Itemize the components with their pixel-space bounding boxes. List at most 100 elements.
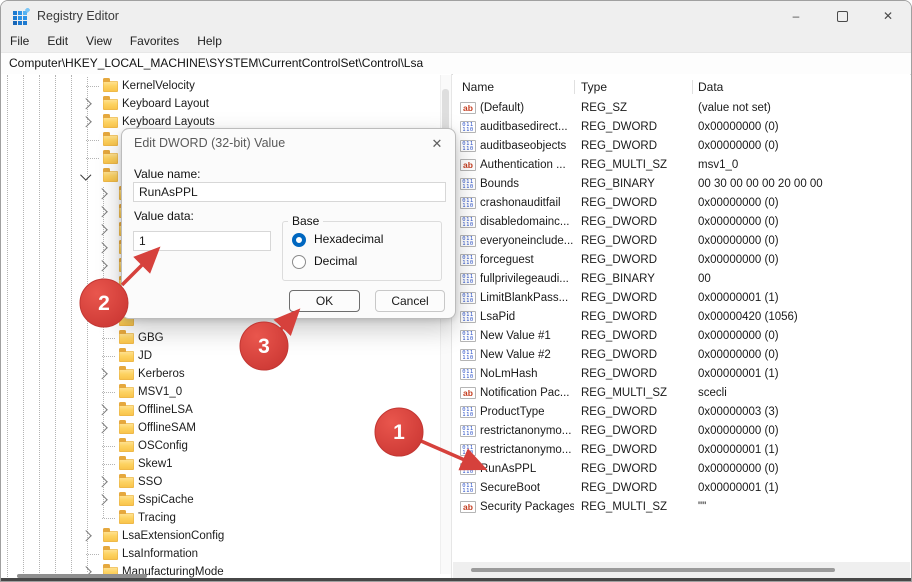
- tree-item-label: OSConfig: [138, 437, 188, 455]
- registry-value-row[interactable]: 011 110restrictanonymo...REG_DWORD0x0000…: [453, 422, 910, 441]
- cancel-button[interactable]: Cancel: [375, 290, 445, 312]
- value-type: REG_DWORD: [581, 422, 693, 441]
- decimal-radio[interactable]: [292, 255, 306, 269]
- value-name-input[interactable]: [133, 182, 446, 202]
- close-button[interactable]: ✕: [865, 1, 911, 31]
- chevron-expanded-icon[interactable]: [80, 169, 91, 180]
- registry-value-row[interactable]: 011 110ProductTypeREG_DWORD0x00000003 (3…: [453, 403, 910, 422]
- chevron-collapsed-icon[interactable]: [96, 404, 107, 415]
- chevron-collapsed-icon[interactable]: [96, 206, 107, 217]
- chevron-collapsed-icon[interactable]: [96, 494, 107, 505]
- tree-item-keyboard-layout[interactable]: Keyboard Layout: [1, 95, 441, 113]
- tree-item-lsaextensionconfig[interactable]: LsaExtensionConfig: [1, 527, 441, 545]
- registry-value-row[interactable]: 011 110restrictanonymo...REG_DWORD0x0000…: [453, 441, 910, 460]
- tree-item-lsainformation[interactable]: LsaInformation: [1, 545, 441, 563]
- value-type: REG_DWORD: [581, 232, 693, 251]
- tree-item-sspicache[interactable]: SspiCache: [1, 491, 441, 509]
- chevron-collapsed-icon[interactable]: [96, 188, 107, 199]
- registry-value-row[interactable]: 011 110crashonauditfailREG_DWORD0x000000…: [453, 194, 910, 213]
- column-header-name[interactable]: Name: [462, 77, 494, 97]
- folder-icon: [119, 369, 134, 380]
- registry-value-row[interactable]: 011 110NoLmHashREG_DWORD0x00000001 (1): [453, 365, 910, 384]
- list-horizontal-scroll-thumb[interactable]: [471, 568, 835, 572]
- value-name: Security Packages: [480, 498, 574, 517]
- tree-item-msv1-0[interactable]: MSV1_0: [1, 383, 441, 401]
- maximize-button[interactable]: [819, 1, 865, 31]
- tree-item-label: LsaExtensionConfig: [122, 527, 224, 545]
- registry-value-row[interactable]: 011 110forceguestREG_DWORD0x00000000 (0): [453, 251, 910, 270]
- value-type: REG_BINARY: [581, 175, 693, 194]
- base-groupbox: [282, 221, 442, 281]
- menu-help[interactable]: Help: [188, 31, 231, 52]
- registry-value-row[interactable]: abAuthentication ...REG_MULTI_SZmsv1_0: [453, 156, 910, 175]
- tree-item-label: OfflineLSA: [138, 401, 193, 419]
- tree-item-label: KernelVelocity: [122, 77, 195, 95]
- registry-value-row[interactable]: 011 110BoundsREG_BINARY00 30 00 00 00 20…: [453, 175, 910, 194]
- registry-value-row[interactable]: 011 110RunAsPPLREG_DWORD0x00000000 (0): [453, 460, 910, 479]
- column-separator[interactable]: [692, 80, 693, 94]
- ok-button[interactable]: OK: [289, 290, 360, 312]
- maximize-icon: [837, 11, 848, 22]
- tree-item-kerberos[interactable]: Kerberos: [1, 365, 441, 383]
- registry-editor-window: Registry Editor – ✕ FileEditViewFavorite…: [0, 0, 912, 582]
- tree-connector: [86, 158, 99, 159]
- registry-value-row[interactable]: 011 110SecureBootREG_DWORD0x00000001 (1): [453, 479, 910, 498]
- registry-value-row[interactable]: 011 110everyoneinclude...REG_DWORD0x0000…: [453, 232, 910, 251]
- hexadecimal-radio[interactable]: [292, 233, 306, 247]
- registry-value-row[interactable]: 011 110New Value #2REG_DWORD0x00000000 (…: [453, 346, 910, 365]
- value-name: LsaPid: [480, 308, 574, 327]
- binary-value-icon: 011 110: [460, 463, 476, 475]
- folder-icon: [103, 171, 118, 182]
- registry-value-row[interactable]: 011 110disabledomainc...REG_DWORD0x00000…: [453, 213, 910, 232]
- registry-value-row[interactable]: ab(Default)REG_SZ(value not set): [453, 99, 910, 118]
- tree-item-jd[interactable]: JD: [1, 347, 441, 365]
- tree-item-offlinelsa[interactable]: OfflineLSA: [1, 401, 441, 419]
- value-type: REG_DWORD: [581, 460, 693, 479]
- tree-connector: [102, 302, 115, 303]
- registry-value-row[interactable]: abSecurity PackagesREG_MULTI_SZ"": [453, 498, 910, 517]
- minimize-button[interactable]: –: [773, 1, 819, 31]
- chevron-collapsed-icon[interactable]: [96, 476, 107, 487]
- tree-item-sso[interactable]: SSO: [1, 473, 441, 491]
- registry-value-row[interactable]: 011 110auditbasedirect...REG_DWORD0x0000…: [453, 118, 910, 137]
- value-data: 0x00000000 (0): [698, 232, 908, 251]
- address-bar[interactable]: Computer\HKEY_LOCAL_MACHINE\SYSTEM\Curre…: [1, 52, 911, 75]
- chevron-collapsed-icon[interactable]: [96, 242, 107, 253]
- value-data: 0x00000000 (0): [698, 346, 908, 365]
- registry-editor-icon: [13, 8, 30, 25]
- menu-edit[interactable]: Edit: [38, 31, 77, 52]
- dialog-title: Edit DWORD (32-bit) Value: [134, 136, 285, 150]
- tree-connector: [86, 554, 99, 555]
- column-header-type[interactable]: Type: [581, 77, 607, 97]
- value-data-input[interactable]: [133, 231, 271, 251]
- folder-icon: [119, 441, 134, 452]
- registry-value-row[interactable]: abNotification Pac...REG_MULTI_SZscecli: [453, 384, 910, 403]
- column-header-data[interactable]: Data: [698, 77, 723, 97]
- chevron-collapsed-icon[interactable]: [96, 278, 107, 289]
- column-separator[interactable]: [574, 80, 575, 94]
- chevron-collapsed-icon[interactable]: [80, 116, 91, 127]
- chevron-collapsed-icon[interactable]: [80, 98, 91, 109]
- tree-item-tracing[interactable]: Tracing: [1, 509, 441, 527]
- tree-item-kernelvelocity[interactable]: KernelVelocity: [1, 77, 441, 95]
- chevron-collapsed-icon[interactable]: [80, 530, 91, 541]
- tree-item-offlinesam[interactable]: OfflineSAM: [1, 419, 441, 437]
- chevron-collapsed-icon[interactable]: [96, 422, 107, 433]
- registry-value-row[interactable]: 011 110LsaPidREG_DWORD0x00000420 (1056): [453, 308, 910, 327]
- chevron-collapsed-icon[interactable]: [96, 260, 107, 271]
- registry-value-row[interactable]: 011 110auditbaseobjectsREG_DWORD0x000000…: [453, 137, 910, 156]
- dialog-close-icon[interactable]: ✕: [427, 134, 447, 154]
- chevron-collapsed-icon[interactable]: [96, 368, 107, 379]
- registry-value-row[interactable]: 011 110fullprivilegeaudi...REG_BINARY00: [453, 270, 910, 289]
- menu-favorites[interactable]: Favorites: [121, 31, 188, 52]
- chevron-collapsed-icon[interactable]: [96, 224, 107, 235]
- tree-item-gbg[interactable]: GBG: [1, 329, 441, 347]
- folder-icon: [103, 531, 118, 542]
- tree-item-osconfig[interactable]: OSConfig: [1, 437, 441, 455]
- registry-value-row[interactable]: 011 110LimitBlankPass...REG_DWORD0x00000…: [453, 289, 910, 308]
- value-type: REG_DWORD: [581, 213, 693, 232]
- registry-value-row[interactable]: 011 110New Value #1REG_DWORD0x00000000 (…: [453, 327, 910, 346]
- menu-file[interactable]: File: [1, 31, 38, 52]
- menu-view[interactable]: View: [77, 31, 121, 52]
- tree-item-skew1[interactable]: Skew1: [1, 455, 441, 473]
